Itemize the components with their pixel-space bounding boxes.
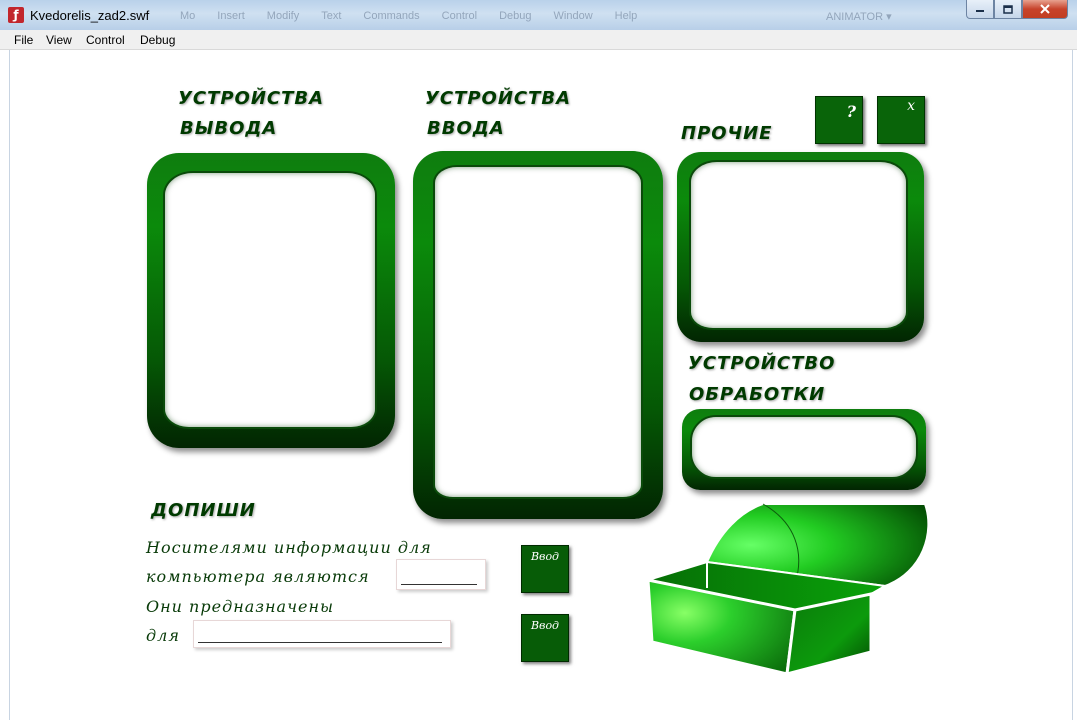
minimize-button[interactable] [966, 0, 994, 19]
heading-input-line2: ВВОДА [427, 118, 505, 139]
enter-button-1-label: Ввод [530, 550, 560, 563]
menu-view[interactable]: View [46, 33, 72, 47]
input-devices-dropzone[interactable] [433, 165, 643, 499]
ghost-menu-item: Commands [363, 10, 420, 22]
sentence2-line2: для [146, 626, 180, 645]
answer2-input[interactable] [193, 620, 451, 648]
sentence2-line1: Они предназначены [146, 597, 335, 616]
answer2-underline [198, 642, 442, 643]
maximize-button[interactable] [994, 0, 1022, 19]
other-devices-frame [677, 152, 924, 342]
caption-buttons [966, 0, 1068, 19]
enter-button-2[interactable]: Ввод [521, 614, 569, 662]
ghost-user-label: ANIMATOR ▾ [826, 11, 892, 23]
ghost-menu-item: Debug [499, 10, 532, 22]
processing-device-dropzone[interactable] [690, 415, 918, 479]
menu-debug[interactable]: Debug [140, 33, 175, 47]
help-button[interactable]: ? [815, 96, 863, 144]
heading-other: ПРОЧИЕ [681, 123, 773, 144]
heading-fill-in: ДОПИШИ [151, 500, 256, 521]
menu-bar: File View Control Debug [0, 30, 1077, 50]
ghost-menu-item: Insert [217, 10, 245, 22]
other-devices-dropzone[interactable] [689, 160, 908, 330]
heading-output-line2: ВЫВОДА [180, 118, 278, 139]
ghost-menu-item: Modify [266, 10, 300, 22]
heading-input-line1: УСТРОЙСТВА [425, 88, 572, 109]
ghost-menu-item: Text [321, 10, 342, 22]
flash-player-icon: ƒ [8, 7, 24, 23]
ghost-menu-item: Help [614, 10, 638, 22]
chest-icon[interactable] [645, 502, 935, 678]
heading-output-line1: УСТРОЙСТВА [178, 88, 325, 109]
maximize-icon [1003, 4, 1013, 14]
input-devices-frame [413, 151, 663, 519]
help-label: ? [846, 102, 856, 121]
ghost-menu-item: Window [553, 10, 593, 22]
close-icon [1040, 4, 1050, 14]
answer1-input[interactable] [396, 559, 486, 590]
minimize-icon [976, 10, 984, 12]
output-devices-dropzone[interactable] [163, 171, 377, 429]
close-button[interactable]: x [877, 96, 925, 144]
sentence1-line2: компьютера являются [146, 567, 370, 586]
heading-processing-line1: УСТРОЙСТВО [688, 353, 836, 374]
enter-button-1[interactable]: Ввод [521, 545, 569, 593]
menu-control[interactable]: Control [86, 33, 125, 47]
menu-file[interactable]: File [14, 33, 33, 47]
answer1-underline [401, 584, 477, 585]
ghost-menu-item: Control [441, 10, 478, 22]
processing-device-frame [682, 409, 926, 490]
heading-processing-line2: ОБРАБОТКИ [689, 384, 826, 405]
sentence1-line1: Носителями информации для [146, 538, 432, 557]
close-label: x [907, 98, 915, 114]
output-devices-frame [147, 153, 395, 448]
background-ghost-menu: Mo Insert Modify Text Commands Control D… [180, 10, 637, 22]
close-window-button[interactable] [1022, 0, 1068, 19]
ghost-menu-item: Mo [180, 10, 196, 22]
window-titlebar: ƒ Kvedorelis_zad2.swf Mo Insert Modify T… [0, 0, 1077, 31]
window-title: Kvedorelis_zad2.swf [30, 8, 150, 23]
enter-button-2-label: Ввод [530, 619, 560, 632]
